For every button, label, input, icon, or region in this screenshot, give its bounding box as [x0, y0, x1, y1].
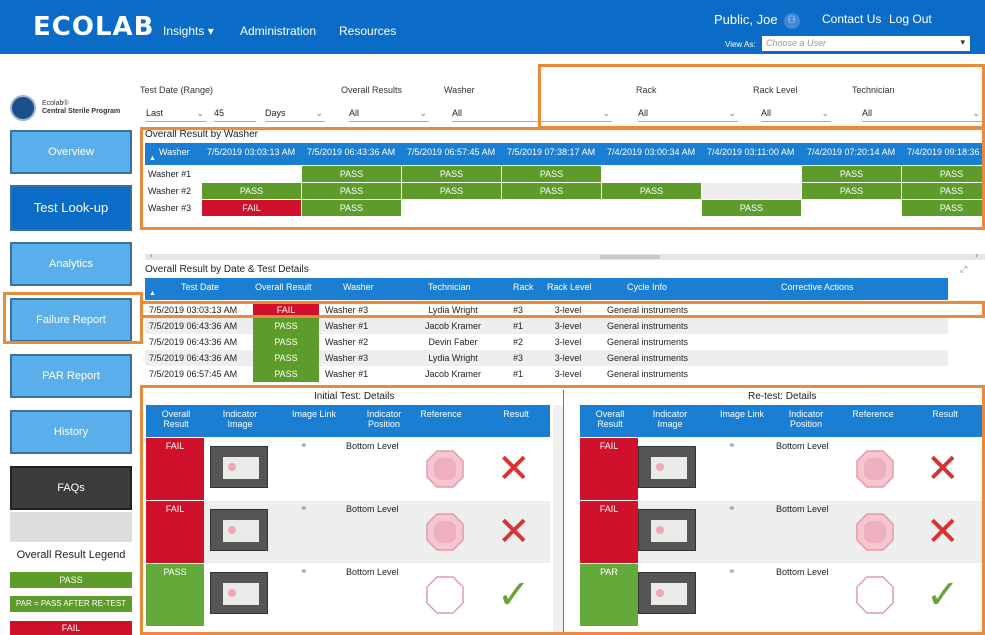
col-washer[interactable]: Washer	[343, 282, 374, 292]
program-logo-icon	[10, 95, 36, 121]
program-line2: Central Sterile Program	[42, 108, 121, 115]
nav-insights[interactable]: Insights ▾	[163, 24, 214, 38]
table-row[interactable]: 7/5/2019 06:57:45 AM PASS Washer #1 Jacob K…	[145, 366, 948, 382]
legend-title: Overall Result Legend	[16, 549, 126, 561]
sidebar-item-analytics[interactable]: Analytics	[10, 242, 132, 286]
sidebar-item-history[interactable]: History	[10, 410, 132, 454]
nav-administration[interactable]: Administration	[240, 24, 316, 38]
highlight-washer-table	[140, 127, 985, 230]
table-cell: #1	[512, 321, 523, 331]
col-technician[interactable]: Technician	[428, 282, 471, 292]
table-row[interactable]: 7/5/2019 06:43:36 AM PASS Washer #1 Jacob K…	[145, 318, 948, 334]
highlight-failure-report	[3, 292, 143, 344]
user-name: Public, Joe	[714, 12, 778, 27]
col-overall-result[interactable]: Overall Result	[255, 282, 312, 292]
range-mode-value: Last	[146, 108, 164, 118]
chevron-down-icon: ⌄	[419, 108, 427, 118]
expand-icon[interactable]: ⤢	[960, 264, 967, 275]
legend-fail: FAIL	[10, 621, 132, 635]
view-as-select[interactable]: Choose a User ▾	[762, 36, 970, 51]
view-as-placeholder: Choose a User	[766, 38, 827, 48]
sidebar-item-par-report[interactable]: PAR Report	[10, 354, 132, 398]
table-cell: Jacob Kramer	[424, 321, 482, 331]
horizontal-scrollbar[interactable]	[145, 254, 985, 260]
table-cell: General instruments	[607, 321, 689, 331]
overall-results-value: All	[349, 108, 360, 118]
contact-us-link[interactable]: Contact Us	[822, 12, 881, 26]
table-cell: 7/5/2019 06:57:45 AM	[149, 369, 238, 379]
col-rack-level[interactable]: Rack Level	[547, 282, 592, 292]
highlight-filters	[538, 64, 985, 129]
scroll-right-icon[interactable]: ›	[975, 250, 978, 260]
logout-link[interactable]: Log Out	[889, 12, 932, 26]
table-cell: General instruments	[607, 337, 689, 347]
overall-results-select[interactable]: All ⌄	[349, 106, 429, 122]
user-icon: ⚇	[783, 12, 800, 29]
table-cell: Jacob Kramer	[424, 369, 482, 379]
scroll-left-icon[interactable]: ‹	[150, 250, 153, 260]
col-rack[interactable]: Rack	[513, 282, 534, 292]
program-line1: Ecolab®	[42, 100, 69, 107]
table-cell: 3-level	[554, 353, 582, 363]
sidebar-item-overview[interactable]: Overview	[10, 130, 132, 174]
table-cell: 7/5/2019 06:43:36 AM	[149, 337, 238, 347]
table-cell: Washer #1	[325, 321, 369, 331]
overall-results-label: Overall Results	[341, 85, 403, 95]
scroll-thumb[interactable]	[600, 255, 660, 259]
table-cell: 7/5/2019 06:43:36 AM	[149, 321, 238, 331]
table-cell: #2	[512, 337, 523, 347]
chevron-down-icon: ⌄	[315, 108, 323, 118]
table-cell: Washer #2	[325, 337, 369, 347]
user-menu[interactable]: Public, Joe ⚇	[714, 12, 800, 29]
highlight-date-row	[140, 301, 985, 318]
table-cell: #3	[512, 353, 523, 363]
table-cell: #1	[512, 369, 523, 379]
range-mode-select[interactable]: Last ⌄	[146, 106, 206, 122]
table-row[interactable]: 7/5/2019 06:43:36 AM PASS Washer #3 Lydia W…	[145, 350, 948, 366]
table-cell: 3-level	[554, 321, 582, 331]
table-cell: PASS	[253, 350, 319, 366]
washer-value: All	[452, 108, 463, 118]
washer-label: Washer	[444, 85, 475, 95]
col-test-date[interactable]: Test Date	[181, 282, 219, 292]
view-as-label: View As:	[725, 40, 756, 49]
nav-resources[interactable]: Resources	[339, 24, 396, 38]
chevron-down-icon: ⌄	[196, 108, 204, 118]
chevron-down-icon: ▾	[960, 37, 965, 47]
ecolab-logo[interactable]: ECOLAB	[33, 12, 154, 42]
col-cycle-info[interactable]: Cycle Info	[627, 282, 667, 292]
table-cell: PASS	[253, 318, 319, 334]
test-date-label: Test Date (Range)	[140, 85, 214, 95]
range-unit-value: Days	[265, 108, 286, 118]
table-cell: General instruments	[607, 353, 689, 363]
sidebar-item-faqs[interactable]: FAQs	[10, 466, 132, 510]
program-logo: Ecolab® Central Sterile Program	[10, 95, 140, 121]
table-cell: General instruments	[607, 369, 689, 379]
range-value-input[interactable]: 45	[214, 106, 256, 122]
table-cell: 3-level	[554, 369, 582, 379]
range-unit-select[interactable]: Days ⌄	[265, 106, 325, 122]
table-cell: 3-level	[554, 337, 582, 347]
col-corrective-actions[interactable]: Corrective Actions	[781, 282, 854, 292]
table-cell: Lydia Wright	[428, 353, 478, 363]
top-nav-bar: ECOLAB Insights ▾ Administration Resourc…	[0, 0, 985, 54]
legend-pass: PASS	[10, 572, 132, 588]
date-table-title: Overall Result by Date & Test Details	[145, 264, 309, 275]
table-cell: Devin Faber	[428, 337, 478, 347]
table-row[interactable]: 7/5/2019 06:43:36 AM PASS Washer #2 Devin F…	[145, 334, 948, 350]
table-cell: PASS	[253, 334, 319, 350]
sort-asc-icon[interactable]: ▲	[149, 290, 156, 297]
date-table-header: Test Date ▲ Overall Result Washer Techni…	[145, 278, 948, 300]
table-cell: 7/5/2019 06:43:36 AM	[149, 353, 238, 363]
table-cell: Washer #1	[325, 369, 369, 379]
table-cell: Washer #3	[325, 353, 369, 363]
sidebar-spacer	[10, 512, 132, 542]
table-cell: PASS	[253, 366, 319, 382]
legend-par: PAR = PASS AFTER RE-TEST	[10, 596, 132, 612]
highlight-details	[140, 385, 985, 635]
sidebar-item-test-lookup[interactable]: Test Look-up	[10, 185, 132, 231]
